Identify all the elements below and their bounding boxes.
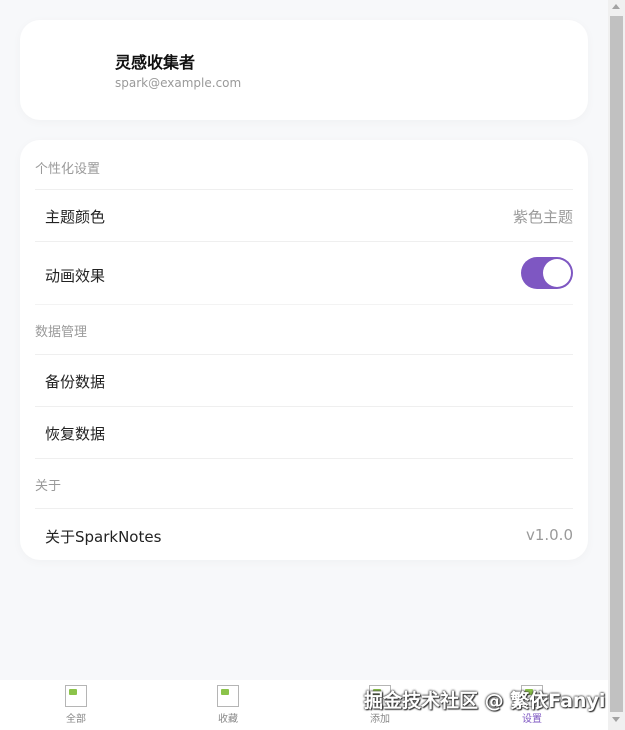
scrollbar[interactable]	[608, 0, 625, 730]
theme-color-row[interactable]: 主题颜色 紫色主题	[35, 189, 573, 241]
watermark: 掘金技术社区 @ 繁依Fanyi	[364, 690, 606, 712]
section-title-data: 数据管理	[35, 325, 88, 340]
about-row[interactable]: 关于SparkNotes v1.0.0	[35, 508, 573, 560]
nav-item-all[interactable]: 全部	[56, 685, 96, 725]
scroll-down-arrow-icon[interactable]	[612, 717, 620, 722]
avatar[interactable]	[34, 42, 90, 98]
section-title-personalization: 个性化设置	[35, 162, 101, 177]
theme-color-value: 紫色主题	[512, 208, 573, 226]
about-label: 关于SparkNotes	[45, 528, 162, 546]
scrollbar-thumb[interactable]	[610, 16, 623, 712]
nav-label-all: 全部	[66, 714, 86, 725]
backup-label: 备份数据	[45, 373, 106, 391]
toggle-knob	[543, 259, 571, 287]
profile-name: 灵感收集者	[115, 53, 196, 72]
theme-color-label: 主题颜色	[45, 208, 106, 226]
nav-label-favorite: 收藏	[218, 714, 238, 725]
main-content: 灵感收集者 spark@example.com 个性化设置 主题颜色 紫色主题 …	[0, 0, 608, 680]
animation-toggle[interactable]	[521, 257, 573, 289]
section-title-about: 关于	[35, 479, 62, 494]
restore-row[interactable]: 恢复数据	[35, 406, 573, 458]
animation-row: 动画效果	[35, 241, 573, 304]
backup-row[interactable]: 备份数据	[35, 354, 573, 406]
all-icon	[65, 685, 87, 707]
restore-label: 恢复数据	[45, 425, 106, 443]
animation-label: 动画效果	[45, 267, 106, 285]
about-section-header: 关于	[35, 458, 573, 508]
favorite-icon	[217, 685, 239, 707]
scroll-up-arrow-icon[interactable]	[612, 4, 620, 9]
version-value: v1.0.0	[525, 526, 573, 544]
profile-card[interactable]: 灵感收集者 spark@example.com	[20, 20, 588, 120]
settings-card: 个性化设置 主题颜色 紫色主题 动画效果 数据管理 备份数据 恢复数据 关于 关…	[20, 140, 588, 560]
profile-email: spark@example.com	[115, 76, 242, 90]
nav-item-favorite[interactable]: 收藏	[208, 685, 248, 725]
data-section-header: 数据管理	[35, 304, 573, 354]
